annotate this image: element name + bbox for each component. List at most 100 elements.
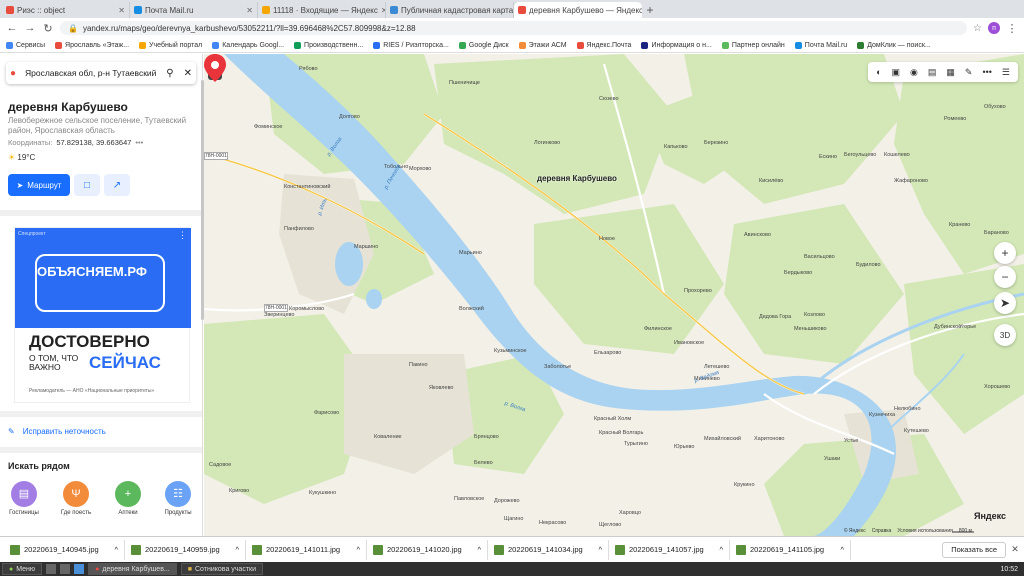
reload-icon[interactable]: ↻ — [42, 22, 54, 35]
back-arrow-icon[interactable]: ← — [6, 22, 18, 34]
ruler-icon[interactable]: ✎ — [965, 67, 973, 78]
place-label[interactable]: Коваление — [374, 434, 402, 440]
place-label[interactable]: Морхово — [409, 166, 431, 172]
place-label[interactable]: Волжский — [459, 306, 484, 312]
terms-link[interactable]: Условия использования — [897, 528, 953, 534]
place-label[interactable]: Турыгино — [624, 441, 648, 447]
place-label[interactable]: Обухово — [984, 104, 1006, 110]
more-icon[interactable]: ••• — [982, 67, 991, 77]
download-item[interactable]: 20220619_140959.jpg ^ — [125, 539, 246, 560]
place-label[interactable]: Панфилово — [284, 226, 314, 232]
bookmark-item[interactable]: Информация о н... — [641, 41, 712, 49]
fix-inaccuracy-link[interactable]: ✎ Исправить неточность — [8, 427, 106, 436]
download-item[interactable]: 20220619_141105.jpg ^ — [730, 539, 851, 560]
copyright-text[interactable]: © Яндекс — [844, 528, 866, 534]
coords-value[interactable]: 57.829138, 39.663647 — [56, 138, 131, 147]
bookmark-item[interactable]: Учебный портал — [139, 41, 202, 49]
browser-tab[interactable]: Публичная кадастровая карта✕ — [386, 2, 514, 18]
place-label[interactable]: Бегоульцево — [844, 152, 876, 158]
place-label[interactable]: Устье — [844, 438, 858, 444]
place-label[interactable]: Бараново — [984, 230, 1009, 236]
place-label[interactable]: Пшеничище — [449, 80, 480, 86]
camera-icon[interactable]: ◉ — [910, 67, 918, 78]
place-label[interactable]: Авинсково — [744, 232, 771, 238]
bookmark-item[interactable]: Производственн... — [294, 41, 363, 49]
place-label[interactable]: Сюзево — [599, 96, 619, 102]
view-3d-button[interactable]: 3D — [994, 324, 1016, 346]
nearby-food[interactable]: Ψ Где поесть — [56, 481, 96, 516]
place-label[interactable]: Бердыково — [784, 270, 812, 276]
location-arrow-icon[interactable]: ➤ — [994, 292, 1016, 314]
place-label[interactable]: Пакино — [409, 362, 428, 368]
place-label[interactable]: Красный Волгарь — [599, 430, 643, 436]
taskbar-window[interactable]: ■ Сотникова участки — [180, 563, 264, 575]
place-label[interactable]: Логинково — [534, 140, 560, 146]
bookmark-item[interactable]: Яндекс.Почта — [576, 41, 631, 49]
browser-tab-active[interactable]: деревня Карбушево — Яндекс✕ — [514, 2, 642, 18]
terminal-icon[interactable] — [60, 564, 71, 574]
taskbar-window[interactable]: ● деревня Карбушев... — [88, 563, 177, 575]
place-label[interactable]: Дорожево — [494, 498, 520, 504]
nearby-hotels[interactable]: ▤ Гостиницы — [4, 481, 44, 516]
bookmark-item[interactable]: Google Диск — [458, 41, 509, 49]
share-button[interactable]: ↗ — [104, 174, 130, 196]
chevron-up-icon[interactable]: ^ — [477, 545, 481, 554]
bookmark-button[interactable]: □ — [74, 174, 100, 196]
traffic-icon[interactable]: ▦ — [946, 67, 955, 78]
chevron-up-icon[interactable]: ^ — [598, 545, 602, 554]
download-item[interactable]: 20220619_141057.jpg ^ — [609, 539, 730, 560]
place-label[interactable]: Козлово — [804, 312, 825, 318]
browser-tab[interactable]: 11118 · Входящие — Яндекс✕ — [258, 2, 386, 18]
nearby-groceries[interactable]: ☷ Продукты — [158, 481, 198, 516]
chevron-up-icon[interactable]: ^ — [356, 545, 360, 554]
place-label[interactable]: Кутешево — [904, 428, 929, 434]
profile-avatar[interactable]: п — [988, 22, 1000, 34]
more-vertical-icon[interactable]: ⋮ — [178, 230, 187, 241]
place-label[interactable]: Ельзарово — [594, 350, 621, 356]
place-label[interactable]: Нелюбино — [894, 406, 921, 412]
chevron-up-icon[interactable]: ^ — [719, 545, 723, 554]
zoom-out-button[interactable]: − — [994, 266, 1016, 288]
bookmark-item[interactable]: Этажи АСМ — [518, 41, 567, 49]
layers-icon[interactable]: ◐ — [876, 67, 881, 77]
search-icon[interactable]: ⚲ — [166, 68, 173, 79]
ad-banner[interactable]: Спецпроект ОБЪЯСНЯЕМ.РФ ⋮ ДОСТОВЕРНО О Т… — [14, 227, 191, 403]
search-input[interactable]: ● Ярославская обл, р-н Тутаевский ⚲ ✕ — [6, 62, 196, 84]
bookmark-item[interactable]: Календарь Googl... — [212, 41, 284, 49]
location-marker-icon[interactable] — [204, 54, 226, 82]
chevron-up-icon[interactable]: ^ — [235, 545, 239, 554]
clock[interactable]: 10:52 — [1000, 566, 1024, 573]
place-label[interactable]: Заболотье — [544, 364, 571, 370]
url-field[interactable]: 🔒 yandex.ru/maps/geo/derevnya_karbushevo/… — [60, 21, 968, 35]
map-canvas[interactable]: ◀ ◐ ▣ ◉ ▤ ▦ ✎ ••• ☰ + − ➤ 3D деревня Кар… — [204, 54, 1024, 536]
star-icon[interactable]: ☆ — [973, 23, 982, 34]
place-label[interactable]: Михайловский — [704, 436, 741, 442]
place-label[interactable]: Константиновский — [284, 184, 330, 190]
file-manager-icon[interactable] — [46, 564, 57, 574]
forward-arrow-icon[interactable]: → — [24, 22, 36, 34]
place-label[interactable]: Кошелево — [884, 152, 910, 158]
place-label[interactable]: Харовцо — [619, 510, 641, 516]
place-label[interactable]: Кузнечиха — [869, 412, 895, 418]
bookmark-item[interactable]: Сервисы — [6, 41, 45, 49]
place-label[interactable]: Белево — [474, 460, 493, 466]
close-icon[interactable]: ✕ — [184, 68, 192, 79]
place-label[interactable]: Филинское — [644, 326, 672, 332]
close-icon[interactable]: ✕ — [118, 6, 125, 15]
place-label[interactable]: Харитоново — [754, 436, 784, 442]
bookmark-item[interactable]: Партнер онлайн — [721, 41, 785, 49]
download-item[interactable]: 20220619_141034.jpg ^ — [488, 539, 609, 560]
place-label[interactable]: Ушаки — [824, 456, 840, 462]
chevron-up-icon[interactable]: ^ — [840, 545, 844, 554]
place-label[interactable]: Кукушкино — [309, 490, 336, 496]
place-label[interactable]: Прохорево — [684, 288, 712, 294]
place-label[interactable]: Яковлево — [429, 385, 453, 391]
place-label[interactable]: Павловское — [454, 496, 484, 502]
place-label[interactable]: Новое — [599, 236, 615, 242]
new-tab-button[interactable]: + — [642, 2, 658, 18]
place-label[interactable]: Ивановское — [674, 340, 704, 346]
place-label[interactable]: Маршино — [354, 244, 378, 250]
chevron-up-icon[interactable]: ^ — [114, 545, 118, 554]
place-label[interactable]: Щагино — [504, 516, 523, 522]
place-label[interactable]: Капьково — [664, 144, 688, 150]
